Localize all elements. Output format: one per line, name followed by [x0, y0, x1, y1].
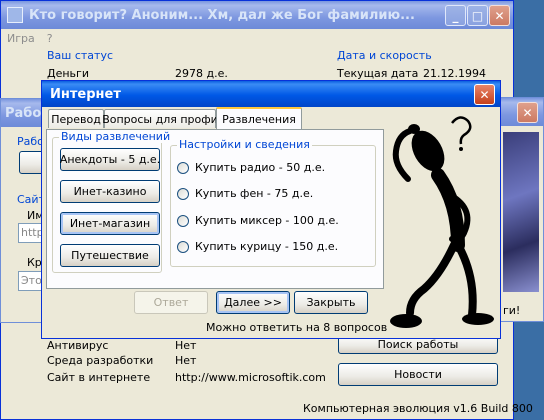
casino-button[interactable]: Инет-казино [60, 180, 160, 203]
thinking-man-illustration [390, 116, 494, 328]
main-close-button[interactable]: ✕ [489, 5, 510, 26]
tab-strip: Перевод Вопросы для профи Развлечения [48, 107, 348, 129]
travel-button[interactable]: Путешествие [60, 244, 160, 267]
minimize-button[interactable]: _ [445, 5, 466, 26]
tab-entertainment-label: Развлечения [222, 112, 296, 126]
radio-buy-fen-label: Купить фен - 75 д.е. [195, 187, 314, 200]
radio-buy-chicken[interactable]: Купить курицу - 150 д.е. [177, 240, 338, 253]
radio-buy-mixer-label: Купить миксер - 100 д.е. [195, 214, 339, 227]
internet-dialog: Интернет ✕ Перевод Вопросы для профи Раз… [41, 80, 501, 339]
shop-button[interactable]: Инет-магазин [60, 212, 160, 235]
right-window-text: ги! [503, 304, 521, 317]
main-title-bar[interactable]: Кто говорит? Аноним... Хм, дал же Бог фа… [1, 1, 513, 29]
work-group-label: Рабо [17, 135, 44, 148]
main-window-title: Кто говорит? Аноним... Хм, дал же Бог фа… [29, 7, 415, 23]
internet-title-bar[interactable]: Интернет [42, 81, 500, 107]
radio-buy-radio[interactable]: Купить радио - 50 д.е. [177, 161, 325, 174]
date-group-label: Дата и скорость [337, 49, 432, 62]
internet-close-button[interactable]: ✕ [474, 84, 495, 105]
radio-circle [177, 161, 189, 174]
kinds-group-label: Виды развлечений [59, 130, 173, 143]
radio-buy-fen[interactable]: Купить фен - 75 д.е. [177, 187, 313, 200]
right-window-close-button[interactable]: ✕ [517, 102, 538, 123]
shop-label: Инет-магазин [69, 217, 151, 230]
radio-circle [177, 240, 189, 253]
date-value: 21.12.1994 [423, 67, 486, 80]
radio-buy-chicken-label: Купить курицу - 150 д.е. [195, 240, 339, 253]
casino-label: Инет-казино [73, 185, 147, 198]
radio-buy-mixer[interactable]: Купить миксер - 100 д.е. [177, 214, 339, 227]
menu-game[interactable]: Игра [7, 32, 35, 45]
website-label: Сайт в интернете [47, 371, 151, 384]
antivirus-value: Нет [175, 339, 197, 352]
tab-pro-questions[interactable]: Вопросы для профи [102, 109, 218, 128]
anecdotes-button[interactable]: Анекдоты - 5 д.е. [60, 148, 160, 171]
answer-label: Ответ [153, 296, 189, 309]
menu-bar: Игра ? [1, 29, 513, 47]
work-window: Работ Рабо Сайт Им http: Кр Этот [0, 98, 59, 323]
tab-entertainment[interactable]: Развлечения [216, 107, 302, 129]
radio-circle [177, 187, 189, 200]
menu-help[interactable]: ? [47, 32, 53, 45]
right-window-image [503, 132, 539, 292]
version-text: Компьютерная эволюция v1.6 Build 800 [303, 402, 533, 415]
tab-translation-label: Перевод [51, 112, 101, 126]
money-value: 2978 д.е. [175, 67, 228, 80]
work-window-title-bar[interactable]: Работ [1, 99, 45, 127]
site-short-label: Кр [27, 256, 42, 269]
news-button[interactable]: Новости [338, 363, 498, 386]
money-label: Деньги [47, 67, 89, 80]
close-dialog-label: Закрыть [306, 296, 356, 309]
next-label: Далее >> [224, 296, 282, 309]
close-dialog-button[interactable]: Закрыть [294, 291, 368, 314]
website-value: http://www.microsoftik.com [175, 371, 326, 384]
status-group-label: Ваш статус [45, 49, 116, 62]
tab-translation[interactable]: Перевод [48, 109, 104, 128]
ide-value: Нет [175, 354, 197, 367]
radio-buy-radio-label: Купить радио - 50 д.е. [195, 161, 326, 174]
answers-left-info: Можно ответить на 8 вопросов [206, 321, 388, 334]
app-icon [7, 7, 23, 23]
search-work-label: Поиск работы [377, 338, 459, 351]
travel-label: Путешествие [71, 249, 149, 262]
date-label: Текущая дата [337, 67, 419, 80]
work-window-title: Работ [5, 105, 45, 121]
next-button[interactable]: Далее >> [216, 291, 290, 314]
internet-title: Интернет [50, 86, 121, 102]
right-background-window: ✕ ги! [498, 97, 544, 322]
settings-group-label: Настройки и сведения [177, 138, 312, 151]
tab-pro-questions-label: Вопросы для профи [102, 112, 218, 126]
radio-circle [177, 214, 189, 227]
maximize-button[interactable]: □ [467, 5, 488, 26]
ide-label: Среда разработки [47, 354, 154, 367]
anecdotes-label: Анекдоты - 5 д.е. [59, 153, 161, 166]
answer-button[interactable]: Ответ [134, 291, 208, 314]
antivirus-label: Антивирус [47, 339, 109, 352]
news-label: Новости [394, 368, 442, 381]
